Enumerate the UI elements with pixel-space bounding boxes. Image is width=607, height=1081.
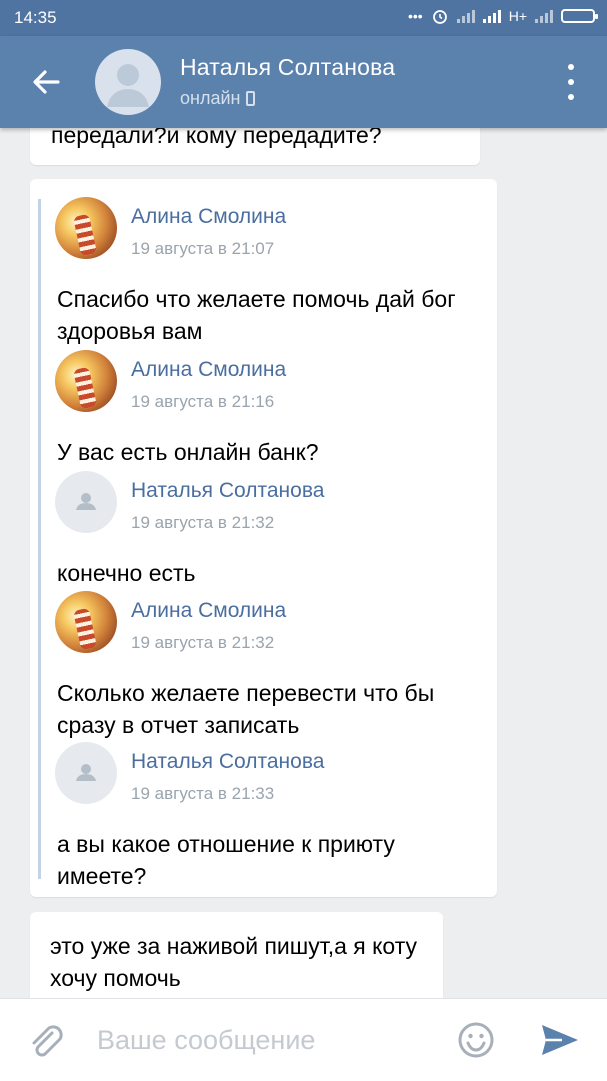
online-status-label: онлайн	[180, 88, 241, 108]
message-input-bar: Ваше сообщение	[0, 998, 607, 1081]
emoji-icon[interactable]	[457, 1021, 495, 1059]
more-menu-button[interactable]	[565, 64, 577, 100]
message-date: 19 августа в 21:07	[131, 239, 275, 258]
menu-dot	[568, 94, 574, 100]
signal-3-icon	[535, 9, 553, 23]
avatar[interactable]	[55, 591, 117, 653]
message-date: 19 августа в 21:32	[131, 633, 275, 652]
battery-icon	[561, 9, 598, 23]
message-text: а вы какое отношение к приюту имеете?	[57, 831, 395, 889]
author-name[interactable]: Алина Смолина	[131, 205, 286, 229]
chat-title[interactable]: Наталья Солтанова	[180, 54, 395, 81]
signal-2-icon	[482, 9, 501, 23]
send-icon[interactable]	[540, 1023, 580, 1057]
author-name[interactable]: Наталья Солтанова	[131, 750, 324, 774]
menu-dot	[568, 79, 574, 85]
author-name[interactable]: Алина Смолина	[131, 358, 286, 382]
avatar[interactable]	[55, 471, 117, 533]
online-status: онлайн	[180, 88, 256, 109]
message-input[interactable]: Ваше сообщение	[97, 1025, 315, 1056]
alarm-icon	[432, 10, 447, 24]
author-name[interactable]: Наталья Солтанова	[131, 479, 324, 503]
status-icons: ••• H+	[407, 7, 598, 25]
status-bar: 14:35 ••• H+	[0, 0, 607, 36]
status-time: 14:35	[14, 8, 57, 27]
menu-dot	[568, 64, 574, 70]
chat-header: Наталья Солтанова онлайн	[0, 36, 607, 128]
message-text: Сколько желаете перевести что бы сразу в…	[57, 680, 435, 738]
mobile-icon	[246, 91, 256, 106]
forwarded-messages-bubble[interactable]: Алина Смолина 19 августа в 21:07 Спасибо…	[30, 179, 497, 897]
message-date: 19 августа в 21:32	[131, 513, 275, 532]
author-name[interactable]: Алина Смолина	[131, 599, 286, 623]
default-avatar-icon	[76, 493, 96, 510]
network-type: H+	[508, 8, 527, 24]
signal-1-icon	[456, 9, 475, 23]
message-text: У вас есть онлайн банк?	[57, 439, 319, 465]
message-date: 19 августа в 21:16	[131, 392, 275, 411]
more-notifications-icon: •••	[407, 8, 423, 24]
message-text: конечно есть	[57, 560, 196, 586]
avatar[interactable]	[55, 742, 117, 804]
avatar[interactable]	[95, 49, 161, 115]
avatar[interactable]	[55, 197, 117, 259]
message-date: 19 августа в 21:33	[131, 784, 275, 803]
forward-indicator-line	[38, 199, 41, 879]
message-text: Спасибо что желаете помочь дай бог здоро…	[57, 286, 456, 344]
back-arrow-icon[interactable]	[28, 64, 64, 100]
avatar[interactable]	[55, 350, 117, 412]
default-avatar-icon	[76, 764, 96, 781]
attach-icon[interactable]	[30, 1021, 66, 1059]
message-text: это уже за наживой пишут,а я коту хочу п…	[50, 933, 418, 991]
default-avatar-icon	[107, 64, 149, 107]
message-bubble[interactable]: это уже за наживой пишут,а я коту хочу п…	[30, 912, 443, 1012]
